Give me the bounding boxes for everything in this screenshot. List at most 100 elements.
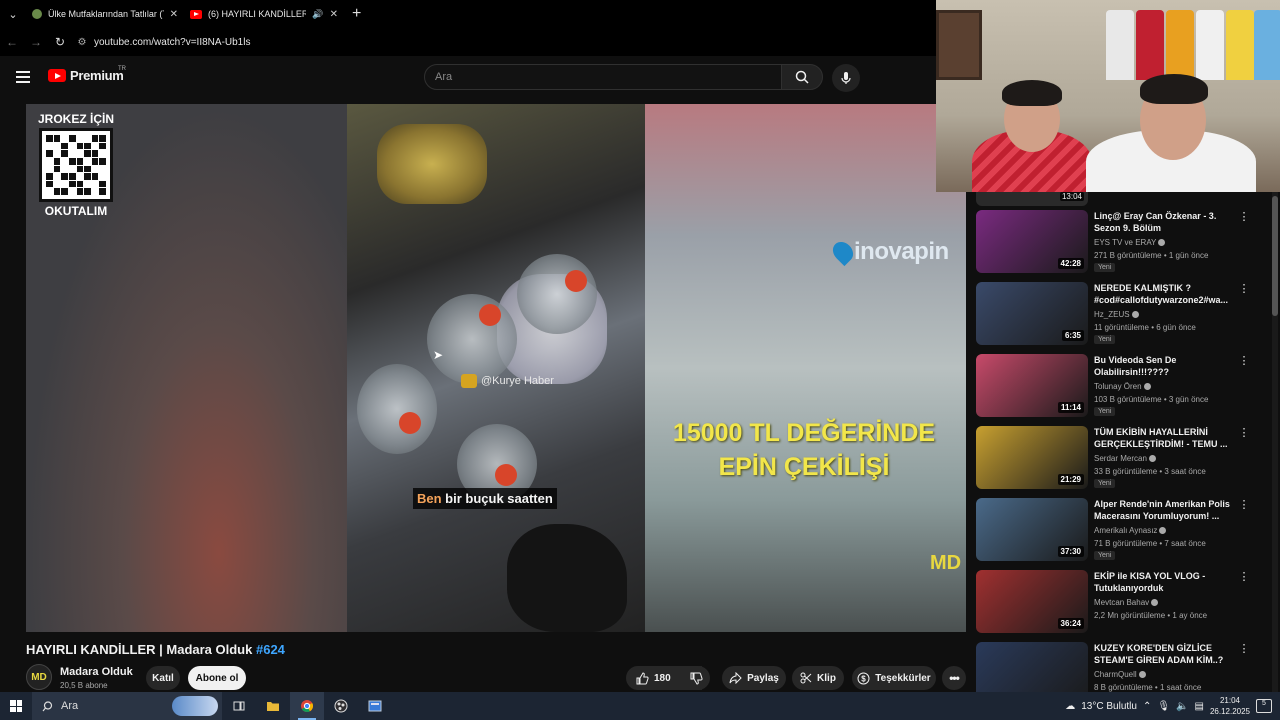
- more-actions-button[interactable]: •••: [942, 666, 966, 690]
- video-thumbnail[interactable]: 21:29: [976, 426, 1088, 489]
- verified-check-icon: [1138, 671, 1146, 679]
- channel-name[interactable]: CharmQuell: [1094, 670, 1146, 679]
- search-icon: [42, 700, 53, 711]
- youtube-header: Premium TR: [0, 56, 936, 100]
- voice-search-button[interactable]: [832, 64, 860, 92]
- partial-thumbnail[interactable]: 13:04: [976, 192, 1088, 206]
- recommendation-item[interactable]: 42:28 Linç@ Eray Can Özkenar - 3. Sezon 9…: [976, 210, 1266, 276]
- video-player[interactable]: @Kurye Haber JROKEZ İÇİN OKUTALIM Ben bi…: [26, 104, 966, 632]
- recommendation-item[interactable]: 36:24 EKİP ile KISA YOL VLOG - Tutuklanıy…: [976, 570, 1266, 636]
- clip-label: Klip: [817, 672, 836, 684]
- verified-check-icon: [1148, 455, 1156, 463]
- reload-icon[interactable]: ↻: [48, 28, 72, 56]
- more-vertical-icon[interactable]: ⋮: [1238, 642, 1250, 658]
- subscribe-button[interactable]: Abone ol: [188, 666, 246, 690]
- notification-center-icon[interactable]: 5: [1256, 699, 1272, 713]
- more-vertical-icon[interactable]: ⋮: [1238, 426, 1250, 442]
- person-left-hair: [1002, 80, 1062, 106]
- back-arrow-icon[interactable]: ←: [0, 28, 24, 56]
- channel-name[interactable]: Hz_ZEUS: [1094, 310, 1139, 319]
- thanks-button[interactable]: $ Teşekkürler: [852, 666, 936, 690]
- taskbar-search[interactable]: Ara: [32, 692, 222, 720]
- channel-avatar[interactable]: MD: [26, 664, 52, 690]
- jersey-shape: [1254, 10, 1280, 80]
- video-meta: 33 B görüntüleme • 3 saat önce: [1094, 467, 1206, 476]
- video-hashtag-link[interactable]: #624: [256, 642, 285, 657]
- video-title[interactable]: NEREDE KALMIŞTIK ? #cod#callofdutywarzon…: [1094, 282, 1234, 306]
- bottle-cap-shape: [495, 464, 517, 486]
- close-tab-icon[interactable]: ✕: [330, 9, 338, 20]
- video-thumbnail[interactable]: 11:14: [976, 354, 1088, 417]
- youtube-premium-logo[interactable]: Premium TR: [48, 66, 126, 83]
- video-thumbnail[interactable]: 37:30: [976, 498, 1088, 561]
- tab-ulke-mutfaklari[interactable]: Ülke Mutfaklarından Tatlılar (Ta ✕: [26, 0, 184, 28]
- search-input[interactable]: [425, 65, 781, 89]
- site-settings-icon[interactable]: ⚙: [72, 37, 92, 48]
- speaker-icon[interactable]: 🔊: [312, 9, 323, 20]
- weather-text[interactable]: 13°C Bulutlu: [1081, 701, 1137, 712]
- clock[interactable]: 21:04 26.12.2025: [1210, 695, 1250, 717]
- clip-button[interactable]: Klip: [792, 666, 844, 690]
- file-explorer-button[interactable]: [256, 692, 290, 720]
- join-button[interactable]: Katıl: [146, 666, 180, 690]
- recommendation-item[interactable]: 37:30 Alper Rende'nin Amerikan Polis Mace…: [976, 498, 1266, 564]
- video-title[interactable]: Linç@ Eray Can Özkenar - 3. Sezon 9. Böl…: [1094, 210, 1234, 234]
- start-button[interactable]: [0, 692, 32, 720]
- search-box: [424, 64, 782, 90]
- network-icon[interactable]: ▤: [1195, 701, 1204, 712]
- more-vertical-icon[interactable]: ⋮: [1238, 570, 1250, 586]
- thanks-label: Teşekkürler: [875, 672, 931, 684]
- task-view-button[interactable]: [222, 692, 256, 720]
- video-thumbnail[interactable]: [976, 642, 1088, 692]
- microphone-tray-icon[interactable]: 🎙: [1157, 701, 1170, 712]
- scrollbar-thumb[interactable]: [1272, 196, 1278, 316]
- show-hidden-icons-icon[interactable]: ⌃: [1143, 701, 1151, 712]
- video-title[interactable]: EKİP ile KISA YOL VLOG - Tutuklanıyorduk: [1094, 570, 1234, 594]
- channel-name[interactable]: Amerikalı Aynasız: [1094, 526, 1167, 535]
- video-title[interactable]: TÜM EKİBİN HAYALLERİNİ GERÇEKLEŞTİRDİM! …: [1094, 426, 1234, 450]
- new-badge: Yeni: [1094, 407, 1116, 416]
- video-title[interactable]: Alper Rende'nin Amerikan Polis Macerasın…: [1094, 498, 1234, 522]
- search-button[interactable]: [781, 64, 823, 90]
- app-window-button[interactable]: [358, 692, 392, 720]
- super-thanks-icon: $: [857, 672, 870, 684]
- more-vertical-icon[interactable]: ⋮: [1238, 498, 1250, 514]
- more-vertical-icon[interactable]: ⋮: [1238, 282, 1250, 298]
- recommendation-item[interactable]: 11:14 Bu Videoda Sen De Olabilirsin!!!???…: [976, 354, 1266, 420]
- tab-search-chevron-icon[interactable]: ⌄: [0, 0, 26, 28]
- thumbs-up-icon: [636, 671, 649, 684]
- dislike-button[interactable]: [682, 666, 710, 690]
- clock-date: 26.12.2025: [1209, 707, 1250, 716]
- sidebar-scrollbar[interactable]: [1272, 192, 1278, 692]
- channel-name[interactable]: Madara Olduk: [60, 666, 133, 678]
- recommendation-item[interactable]: 6:35 NEREDE KALMIŞTIK ? #cod#callofdutywa…: [976, 282, 1266, 348]
- chrome-button[interactable]: [290, 692, 324, 720]
- recommendation-item[interactable]: 21:29 TÜM EKİBİN HAYALLERİNİ GERÇEKLEŞTİR…: [976, 426, 1266, 492]
- weather-icon[interactable]: ☁: [1065, 701, 1075, 712]
- channel-name[interactable]: Tolunay Ören: [1094, 382, 1151, 391]
- close-tab-icon[interactable]: ✕: [170, 9, 178, 20]
- channel-name[interactable]: Mevtcan Bahav: [1094, 598, 1159, 607]
- sponsor-name: inovapin: [854, 238, 949, 265]
- youtube-play-icon: [48, 69, 66, 82]
- obs-button[interactable]: [324, 692, 358, 720]
- share-button[interactable]: Paylaş: [722, 666, 786, 690]
- more-vertical-icon[interactable]: ⋮: [1238, 354, 1250, 370]
- volume-icon[interactable]: 🔈: [1176, 701, 1188, 712]
- new-tab-button[interactable]: +: [344, 5, 369, 23]
- tab-hayirli-kandiller[interactable]: (6) HAYIRLI KANDİLLER | Ma 🔊 ✕: [184, 0, 344, 28]
- url-field[interactable]: youtube.com/watch?v=II8NA-Ub1ls: [94, 37, 250, 48]
- video-title[interactable]: Bu Videoda Sen De Olabilirsin!!!????: [1094, 354, 1234, 378]
- more-vertical-icon[interactable]: ⋮: [1238, 210, 1250, 226]
- bottle-shape: [517, 254, 597, 334]
- channel-name[interactable]: Serdar Mercan: [1094, 454, 1156, 463]
- forward-arrow-icon[interactable]: →: [24, 28, 48, 56]
- recommendation-item[interactable]: KUZEY KORE'DEN GİZLİCE STEAM'E GİREN ADA…: [976, 642, 1266, 692]
- qr-bottom-text: OKUTALIM: [44, 204, 108, 218]
- video-thumbnail[interactable]: 36:24: [976, 570, 1088, 633]
- video-thumbnail[interactable]: 6:35: [976, 282, 1088, 345]
- video-thumbnail[interactable]: 42:28: [976, 210, 1088, 273]
- video-title[interactable]: KUZEY KORE'DEN GİZLİCE STEAM'E GİREN ADA…: [1094, 642, 1234, 666]
- channel-name[interactable]: EYS TV ve ERAY: [1094, 238, 1166, 247]
- menu-hamburger-icon[interactable]: [16, 71, 30, 83]
